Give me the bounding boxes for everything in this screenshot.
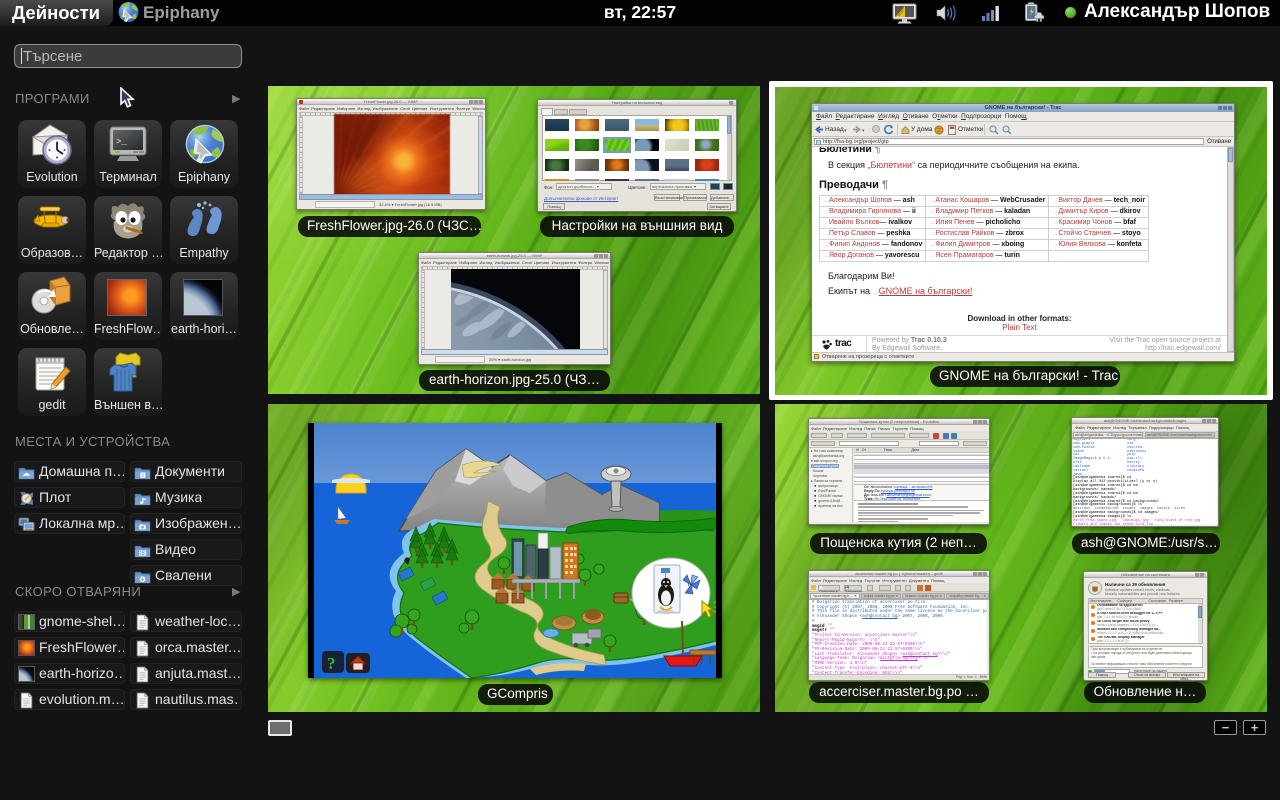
svg-text:?: ? <box>327 654 336 673</box>
svg-text:>_: >_ <box>116 137 127 147</box>
